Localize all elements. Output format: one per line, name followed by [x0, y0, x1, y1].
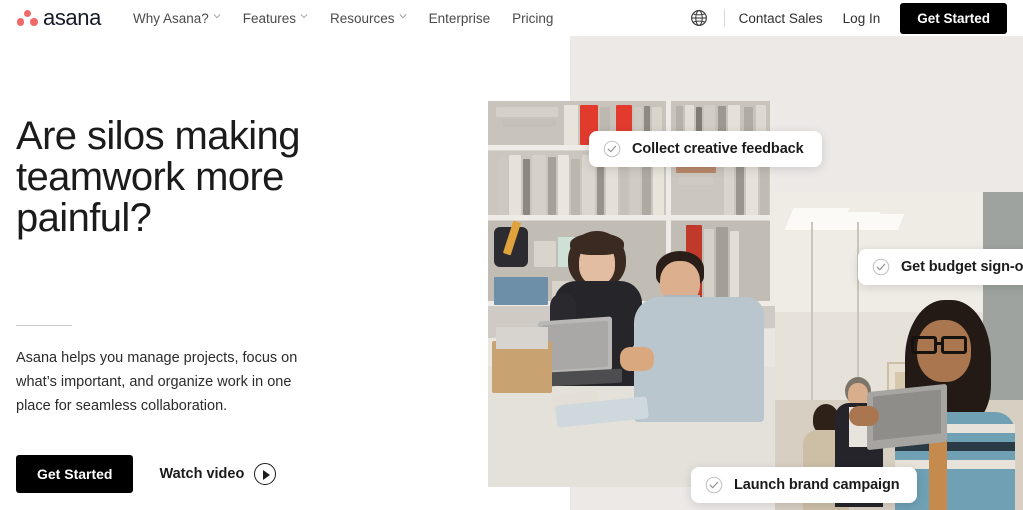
chevron-down-icon: [213, 13, 221, 21]
divider-rule: [16, 325, 72, 326]
main-navigation: Why Asana? Features Resources Enterprise: [133, 11, 553, 26]
nav-label: Pricing: [512, 10, 554, 26]
check-circle-icon: [872, 258, 890, 276]
page-title: Are silos making teamwork more painful?: [16, 114, 300, 240]
watch-video-button[interactable]: Watch video: [159, 463, 277, 485]
nav-label: Why Asana?: [132, 10, 209, 26]
check-circle-icon: [603, 140, 621, 158]
chevron-down-icon: [399, 13, 407, 21]
chevron-down-icon: [300, 13, 308, 21]
check-circle-icon: [705, 476, 723, 494]
task-card-get-budget-sign-off[interactable]: Get budget sign-off: [858, 249, 1023, 285]
nav-label: Resources: [330, 10, 395, 26]
asana-landing-page: asana Why Asana? Features Resources Ente…: [0, 0, 1023, 510]
header-divider: [723, 9, 725, 27]
task-card-label: Launch brand campaign: [734, 477, 900, 493]
get-started-button-header[interactable]: Get Started: [900, 2, 1007, 34]
nav-item-features[interactable]: Features: [243, 11, 308, 26]
eyeglasses: [911, 336, 973, 354]
hero-cta-row: Get Started Watch video: [16, 455, 277, 493]
task-card-collect-creative-feedback[interactable]: Collect creative feedback: [589, 131, 822, 167]
asana-logo[interactable]: asana: [16, 6, 101, 30]
task-card-label: Collect creative feedback: [632, 141, 804, 157]
nav-item-why-asana[interactable]: Why Asana?: [133, 11, 221, 26]
task-card-launch-brand-campaign[interactable]: Launch brand campaign: [691, 467, 918, 503]
logo-wordmark: asana: [43, 5, 101, 30]
task-card-label: Get budget sign-off: [901, 259, 1023, 275]
log-in-link[interactable]: Log In: [843, 11, 881, 26]
nav-label: Features: [242, 10, 297, 26]
person-at-laptop: [620, 251, 766, 451]
nav-item-pricing[interactable]: Pricing: [512, 11, 553, 26]
site-header: asana Why Asana? Features Resources Ente…: [0, 0, 1023, 36]
play-icon: [254, 463, 277, 485]
globe-icon[interactable]: [690, 9, 708, 27]
watch-video-label: Watch video: [159, 466, 245, 482]
laptop-object: [867, 383, 947, 451]
nav-item-resources[interactable]: Resources: [330, 11, 407, 26]
hero-description: Asana helps you manage projects, focus o…: [16, 350, 298, 414]
header-actions: Contact Sales Log In Get Started: [690, 2, 1007, 34]
sample-box-object: [492, 327, 552, 393]
contact-sales-link[interactable]: Contact Sales: [739, 11, 823, 26]
asana-dots-logo-icon: [16, 9, 38, 27]
nav-label: Enterprise: [428, 10, 491, 26]
photo-open-office: [775, 192, 1023, 510]
nav-item-enterprise[interactable]: Enterprise: [429, 11, 491, 26]
get-started-button-hero[interactable]: Get Started: [16, 455, 134, 493]
